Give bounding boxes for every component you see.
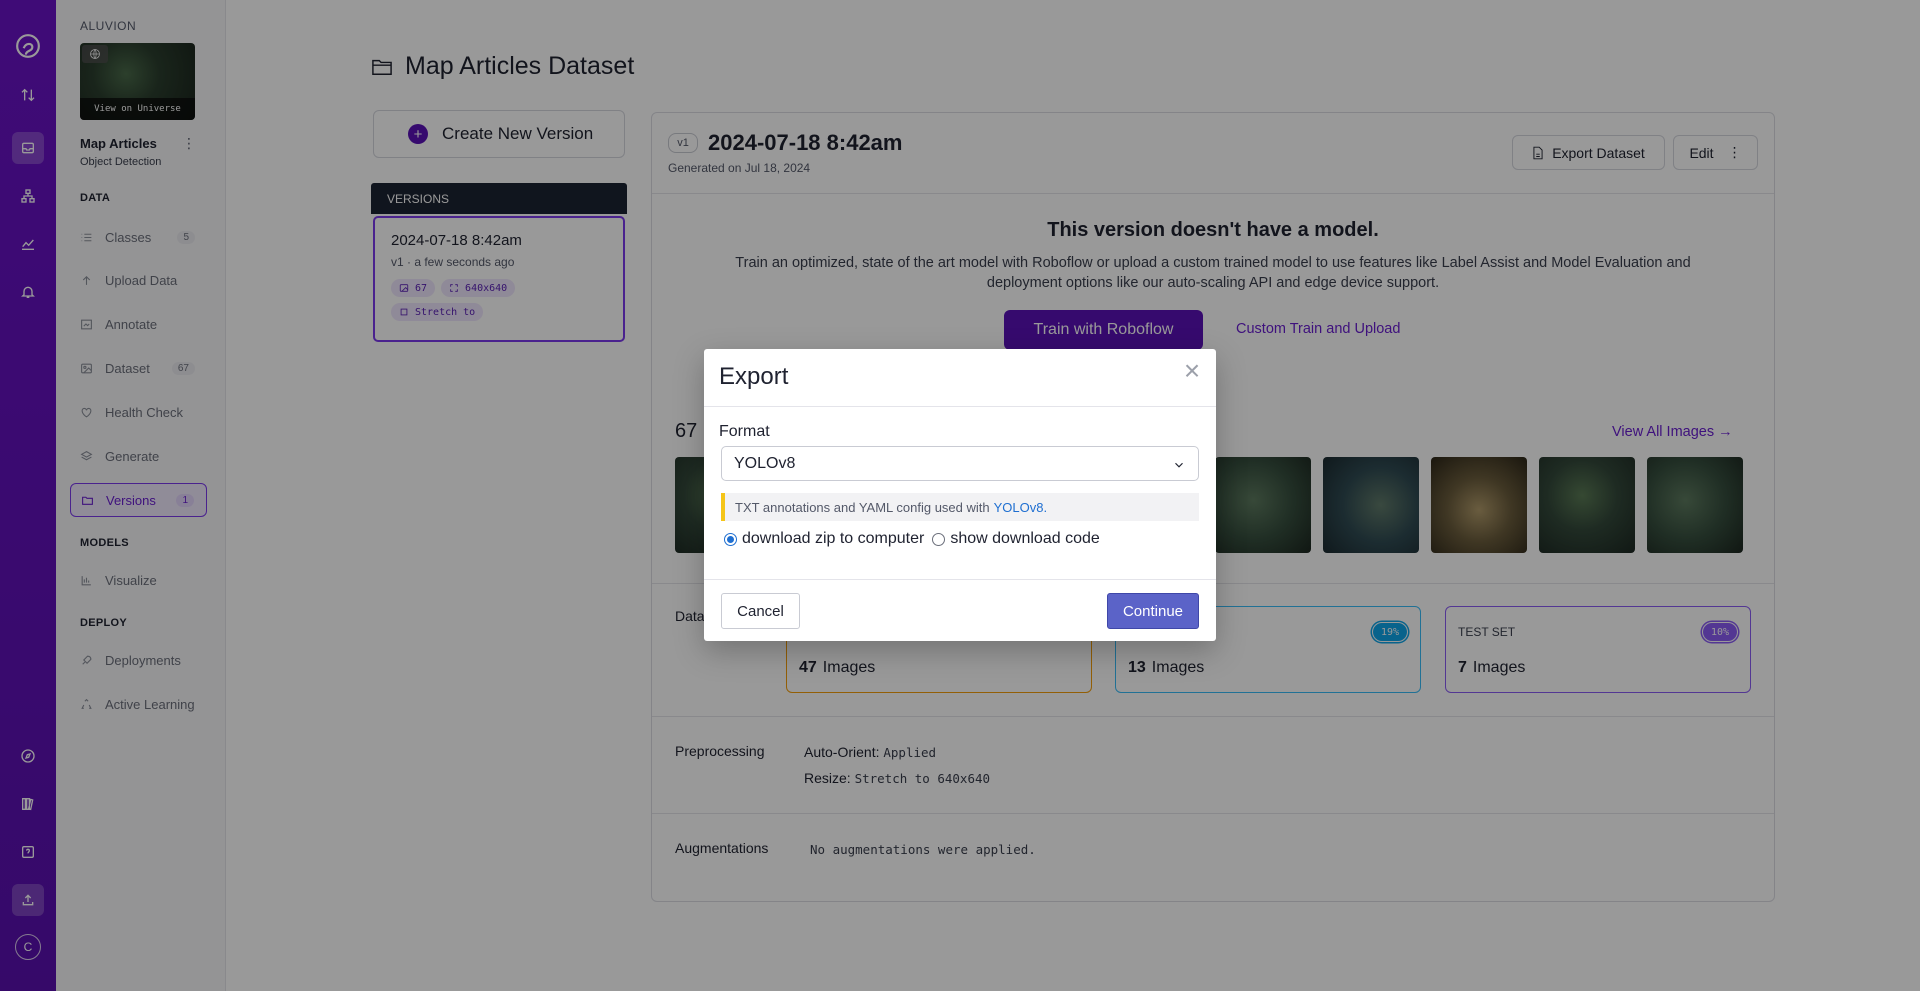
- divider: [704, 579, 1216, 580]
- divider: [704, 406, 1216, 407]
- format-hint: TXT annotations and YAML config used wit…: [721, 493, 1199, 521]
- cancel-button[interactable]: Cancel: [721, 593, 800, 629]
- modal-title: Export: [719, 363, 789, 390]
- format-hint-link[interactable]: YOLOv8.: [994, 500, 1047, 515]
- radio-download-zip[interactable]: download zip to computer: [724, 530, 924, 548]
- radio-selected-indicator[interactable]: [724, 532, 737, 546]
- format-select[interactable]: YOLOv8: [721, 446, 1199, 481]
- close-icon[interactable]: ×: [1178, 357, 1206, 385]
- continue-button[interactable]: Continue: [1107, 593, 1199, 629]
- chevron-down-icon: [1175, 462, 1183, 468]
- export-modal: Export × Format YOLOv8 TXT annotations a…: [704, 349, 1216, 641]
- format-select-value: YOLOv8: [734, 454, 796, 472]
- format-label: Format: [719, 423, 770, 440]
- radio-indicator[interactable]: [932, 532, 946, 546]
- radio-show-code[interactable]: show download code: [932, 530, 1100, 548]
- download-options: download zip to computer show download c…: [724, 530, 1108, 548]
